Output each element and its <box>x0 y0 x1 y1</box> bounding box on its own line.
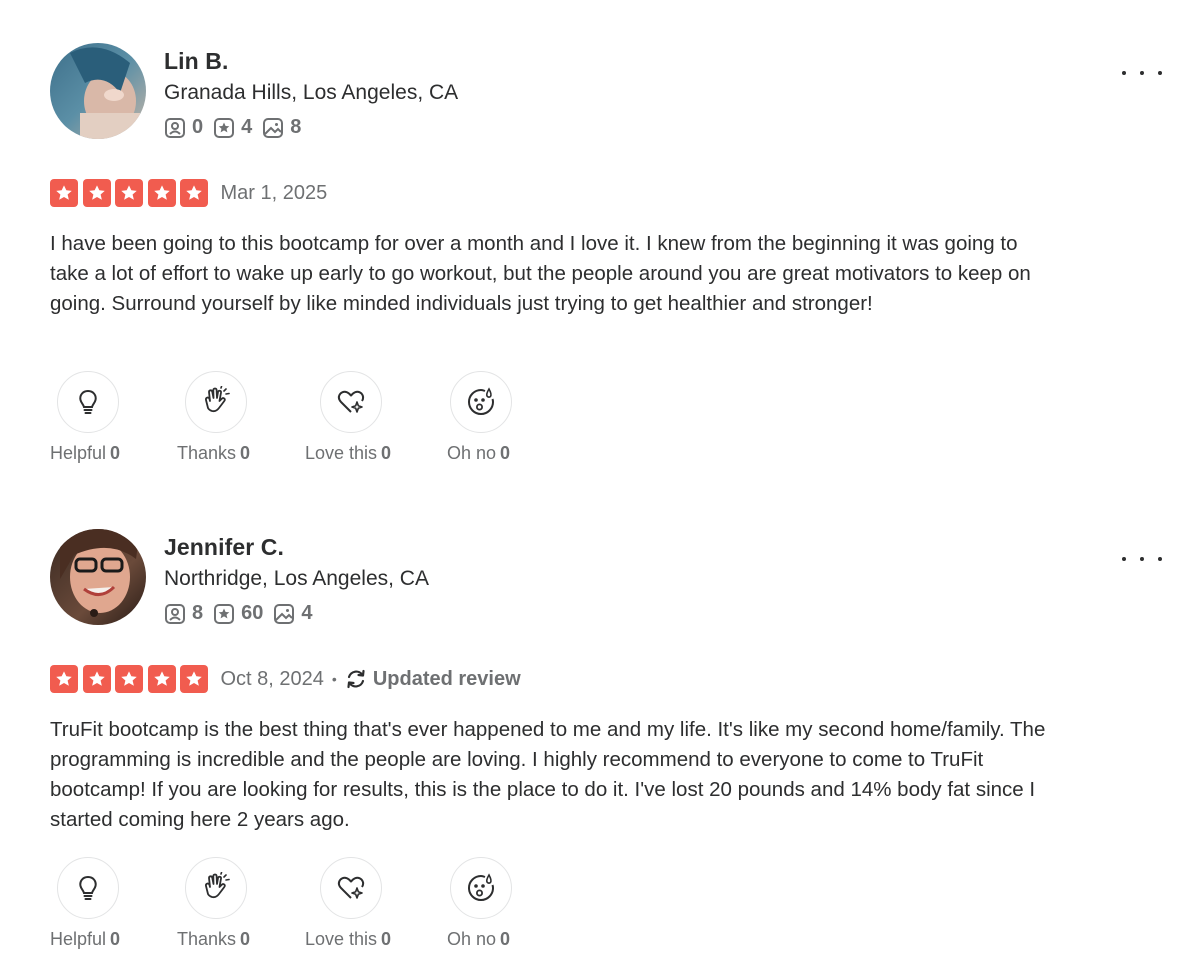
star-icon <box>82 665 111 693</box>
reviews-stat: 4 <box>213 116 252 139</box>
helpful-count: 0 <box>110 443 121 463</box>
heart-sparkle-icon <box>337 390 365 413</box>
review-text: TruFit bootcamp is the best thing that's… <box>50 718 1046 831</box>
thanks-reaction[interactable]: Thanks 0 <box>177 857 250 949</box>
helpful-reaction[interactable]: Helpful 0 <box>50 857 120 949</box>
lightbulb-icon <box>79 389 97 414</box>
review-date: Oct 8, 2024 <box>220 667 324 690</box>
star-rating <box>50 179 213 207</box>
star-icon <box>115 665 143 693</box>
reactions: Helpful 0 Thanks 0 Love this 0 Oh no 0 <box>50 371 550 471</box>
helpful-label: Helpful 0 <box>50 443 121 463</box>
star-icon <box>50 665 78 693</box>
updated-review-link[interactable]: Updated review <box>345 668 521 691</box>
ohno-reaction[interactable]: Oh no 0 <box>447 371 512 463</box>
helpful-button[interactable] <box>57 371 119 433</box>
thanks-button[interactable] <box>185 857 247 919</box>
thanks-label: Thanks 0 <box>177 929 251 949</box>
star-icon <box>180 179 208 207</box>
love-reaction[interactable]: Love this 0 <box>305 371 391 463</box>
love-label: Love this 0 <box>305 443 392 463</box>
user-stats: 0 4 8 <box>164 116 311 139</box>
thanks-count: 0 <box>240 443 251 463</box>
helpful-reaction[interactable]: Helpful 0 <box>50 371 120 463</box>
friends-stat: 8 <box>164 602 203 625</box>
friends-icon <box>165 117 185 138</box>
thanks-label: Thanks 0 <box>177 443 251 463</box>
star-icon <box>50 179 78 207</box>
separator-dot: • <box>331 671 337 687</box>
ohno-label: Oh no 0 <box>447 443 511 463</box>
star-icon <box>147 179 176 207</box>
reactions: Helpful 0 Thanks 0 Love this 0 Oh no 0 <box>50 857 550 957</box>
heart-sparkle-icon <box>337 876 365 899</box>
ohno-label: Oh no 0 <box>447 929 511 949</box>
lightbulb-icon <box>79 875 97 900</box>
user-name[interactable]: Jennifer C. <box>164 534 284 561</box>
thanks-reaction[interactable]: Thanks 0 <box>177 371 250 463</box>
review-date: Mar 1, 2025 <box>220 181 328 204</box>
photo-count-icon <box>274 603 295 624</box>
photos-count: 4 <box>301 602 313 624</box>
review-text: I have been going to this bootcamp for o… <box>50 232 1031 315</box>
review-card: Jennifer C. Northridge, Los Angeles, CA … <box>0 529 1200 969</box>
love-button[interactable] <box>320 857 382 919</box>
reviews-count: 4 <box>241 116 253 138</box>
avatar[interactable] <box>50 529 146 625</box>
review-count-icon <box>214 117 235 138</box>
review-count-icon <box>214 603 235 624</box>
friends-count: 0 <box>192 116 204 138</box>
clapping-hands-icon <box>205 386 230 413</box>
photos-stat: 4 <box>273 602 313 625</box>
photos-stat: 8 <box>262 116 301 139</box>
star-icon <box>115 179 143 207</box>
updated-review-label: Updated review <box>372 667 521 690</box>
avatar[interactable] <box>50 43 146 139</box>
ohno-count: 0 <box>500 443 511 463</box>
star-rating <box>50 665 213 693</box>
ohno-reaction[interactable]: Oh no 0 <box>447 857 512 949</box>
photo-count-icon <box>263 117 284 138</box>
helpful-count: 0 <box>110 929 121 949</box>
ohno-count: 0 <box>500 929 511 949</box>
more-options-icon[interactable] <box>1122 63 1162 83</box>
star-icon <box>82 179 111 207</box>
helpful-label: Helpful 0 <box>50 929 121 949</box>
rating-row: Oct 8, 2024 • Updated review <box>50 665 521 693</box>
updated-review-icon <box>347 669 365 689</box>
friends-count: 8 <box>192 602 204 624</box>
helpful-button[interactable] <box>57 857 119 919</box>
ohno-button[interactable] <box>450 371 512 433</box>
user-location: Northridge, Los Angeles, CA <box>164 567 429 590</box>
love-count: 0 <box>381 443 392 463</box>
review-card: Lin B. Granada Hills, Los Angeles, CA 0 … <box>0 43 1200 483</box>
reviews-stat: 60 <box>213 602 263 625</box>
star-icon <box>147 665 176 693</box>
love-count: 0 <box>381 929 392 949</box>
friends-stat: 0 <box>164 116 203 139</box>
user-location: Granada Hills, Los Angeles, CA <box>164 81 459 104</box>
thanks-count: 0 <box>240 929 251 949</box>
shocked-face-icon <box>468 387 495 415</box>
clapping-hands-icon <box>205 872 230 899</box>
love-reaction[interactable]: Love this 0 <box>305 857 391 949</box>
love-button[interactable] <box>320 371 382 433</box>
star-icon <box>180 665 208 693</box>
ohno-button[interactable] <box>450 857 512 919</box>
shocked-face-icon <box>468 873 495 901</box>
user-stats: 8 60 4 <box>164 602 323 625</box>
love-label: Love this 0 <box>305 929 392 949</box>
reviews-count: 60 <box>241 602 264 624</box>
photos-count: 8 <box>290 116 302 138</box>
more-options-icon[interactable] <box>1122 549 1162 569</box>
user-name[interactable]: Lin B. <box>164 48 228 75</box>
friends-icon <box>165 603 185 624</box>
thanks-button[interactable] <box>185 371 247 433</box>
rating-row: Mar 1, 2025 <box>50 179 327 207</box>
